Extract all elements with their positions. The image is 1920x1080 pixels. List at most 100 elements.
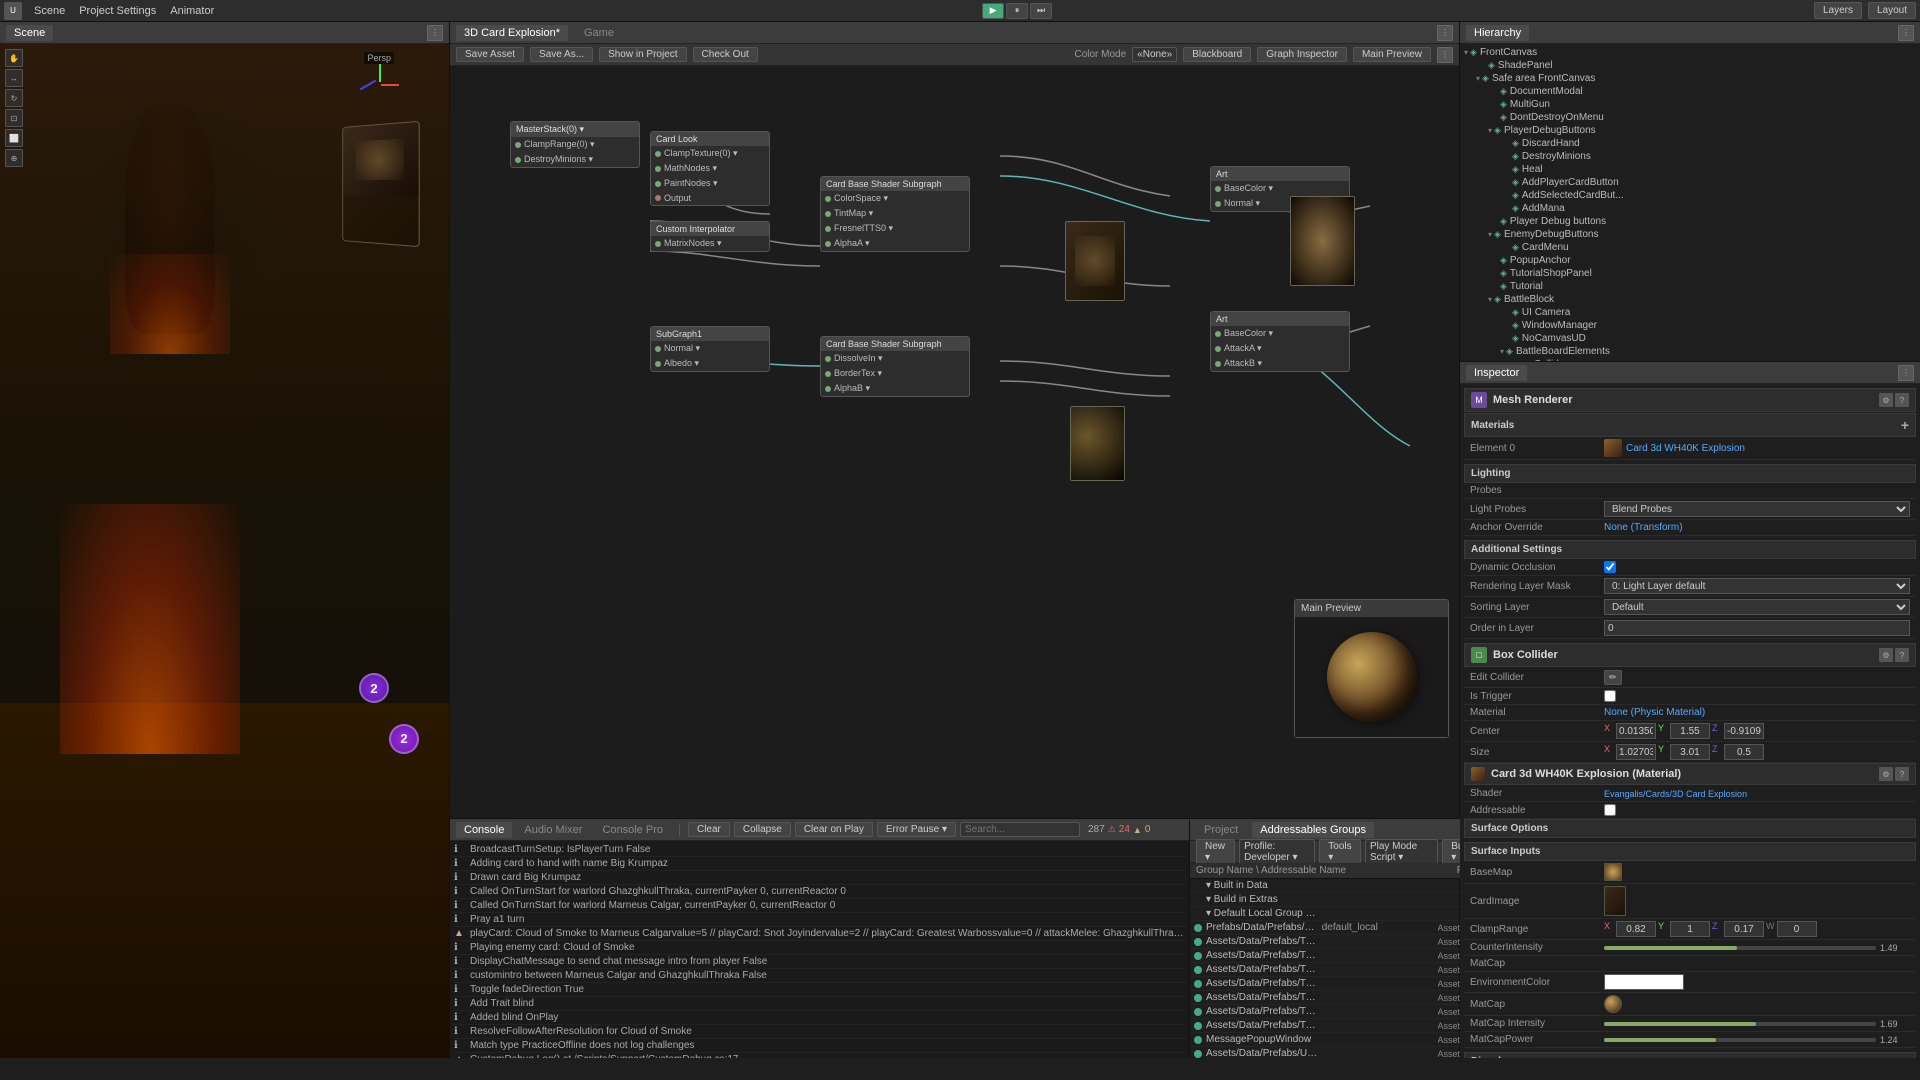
scene-options-button[interactable]: ⋮ [427, 25, 443, 41]
log-entry[interactable]: ▲playCard: Cloud of Smoke to Marneus Cal… [454, 927, 1185, 941]
material-name-value[interactable]: Card 3d WH40K Explosion [1626, 443, 1745, 454]
clamp-y-input[interactable] [1670, 921, 1710, 937]
material-section-header[interactable]: Card 3d WH40K Explosion (Material) ⚙ ? [1464, 763, 1916, 785]
inspector-options-btn[interactable]: ⋮ [1898, 365, 1914, 381]
graph-options-btn[interactable]: ⋮ [1437, 25, 1453, 41]
hierarchy-item[interactable]: ◈MultiGun [1460, 98, 1920, 111]
dynamic-occlusion-checkbox[interactable] [1604, 561, 1616, 573]
size-y-input[interactable] [1670, 744, 1710, 760]
log-entry[interactable]: ℹAdded blind OnPlay [454, 1011, 1185, 1025]
log-entry[interactable]: ℹResolveFollowAfterResolution for Cloud … [454, 1025, 1185, 1039]
step-button[interactable]: ⏭ [1030, 3, 1052, 19]
log-entry[interactable]: ℹPlaying enemy card: Cloud of Smoke [454, 941, 1185, 955]
mesh-renderer-ref-btn[interactable]: ? [1895, 393, 1909, 407]
hierarchy-item[interactable]: ◈PopupAnchor [1460, 254, 1920, 267]
tab-inspector[interactable]: Inspector [1466, 365, 1527, 381]
clear-btn[interactable]: Clear [688, 822, 730, 837]
console-search-input[interactable] [960, 822, 1080, 837]
graph-toolbar-options[interactable]: ⋮ [1437, 47, 1453, 63]
log-entry[interactable]: ℹCalled OnTurnStart for warlord Marneus … [454, 899, 1185, 913]
hierarchy-item[interactable]: ◈AddMana [1460, 202, 1920, 215]
error-pause-btn[interactable]: Error Pause ▾ [877, 822, 956, 837]
matcap-power-track[interactable] [1604, 1038, 1876, 1042]
log-entry[interactable]: ℹDrawn card Big Krumpaz [454, 871, 1185, 885]
box-collider-ref-btn[interactable]: ? [1895, 648, 1909, 662]
node-subgraph1[interactable]: SubGraph1 Normal ▾ Albedo ▾ [650, 326, 770, 372]
materials-add-btn[interactable]: + [1901, 417, 1909, 433]
hierarchy-item[interactable]: ◈CardMenu [1460, 241, 1920, 254]
tab-project[interactable]: Project [1196, 822, 1246, 838]
hierarchy-item[interactable]: ◈Player Debug buttons [1460, 215, 1920, 228]
hierarchy-item[interactable]: ◈Colliders [1460, 358, 1920, 361]
shader-value[interactable]: Evangalis/Cards/3D Card Explosion [1604, 789, 1910, 799]
surface-options-header[interactable]: Surface Options [1464, 819, 1916, 838]
mesh-renderer-settings-btn[interactable]: ⚙ [1879, 393, 1893, 407]
tool-rotate[interactable]: ↻ [5, 89, 23, 107]
hierarchy-item[interactable]: ◈DocumentModal [1460, 85, 1920, 98]
is-trigger-checkbox[interactable] [1604, 690, 1616, 702]
menu-scene[interactable]: Scene [28, 3, 71, 19]
clamp-z-input[interactable] [1724, 921, 1764, 937]
show-in-project-btn[interactable]: Show in Project [599, 47, 686, 62]
anchor-override-value[interactable]: None (Transform) [1604, 522, 1910, 533]
clamp-x-input[interactable] [1616, 921, 1656, 937]
tab-hierarchy[interactable]: Hierarchy [1466, 25, 1529, 41]
matcap-sphere-thumb[interactable] [1604, 995, 1622, 1013]
hierarchy-item[interactable]: ◈Heal [1460, 163, 1920, 176]
hierarchy-item[interactable]: ▾◈PlayerDebugButtons [1460, 124, 1920, 137]
hierarchy-item[interactable]: ◈WindowManager [1460, 319, 1920, 332]
tool-hand[interactable]: ✋ [5, 49, 23, 67]
tab-audio-mixer[interactable]: Audio Mixer [516, 822, 590, 838]
blackboard-btn[interactable]: Blackboard [1183, 47, 1251, 62]
material-settings-btn[interactable]: ⚙ [1879, 767, 1893, 781]
log-entry[interactable]: ℹMatch type PracticeOffline does not log… [454, 1039, 1185, 1053]
hierarchy-item[interactable]: ◈DontDestroyOnMenu [1460, 111, 1920, 124]
tools-btn[interactable]: Tools ▾ [1319, 839, 1361, 865]
log-entry[interactable]: ℹAdd Trait blind [454, 997, 1185, 1011]
size-z-input[interactable] [1724, 744, 1764, 760]
addressable-checkbox[interactable] [1604, 804, 1616, 816]
play-button[interactable]: ▶ [982, 3, 1004, 19]
tool-rect[interactable]: ⬜ [5, 129, 23, 147]
tab-scene[interactable]: Scene [6, 25, 53, 41]
hierarchy-item[interactable]: ◈DestroyMinions [1460, 150, 1920, 163]
log-entry[interactable]: ℹDisplayChatMessage to send chat message… [454, 955, 1185, 969]
tab-console-pro[interactable]: Console Pro [594, 822, 671, 838]
collapse-btn[interactable]: Collapse [734, 822, 791, 837]
mesh-renderer-header[interactable]: M Mesh Renderer ⚙ ? [1464, 388, 1916, 412]
clamp-w-input[interactable] [1777, 921, 1817, 937]
color-mode-select[interactable]: «None» [1132, 47, 1177, 62]
additional-settings-header[interactable]: Additional Settings [1464, 540, 1916, 559]
hierarchy-item[interactable]: ▾◈BattleBlock [1460, 293, 1920, 306]
card-image-texture[interactable] [1604, 886, 1626, 916]
log-entry[interactable]: ℹToggle fadeDirection True [454, 983, 1185, 997]
counter-intensity-track[interactable] [1604, 946, 1876, 950]
new-btn[interactable]: New ▾ [1196, 839, 1235, 865]
hierarchy-item[interactable]: ▾◈BattleBoardElements [1460, 345, 1920, 358]
node-dissolve-subgraph[interactable]: Card Base Shader Subgraph DissolveIn ▾ B… [820, 336, 970, 397]
main-preview-btn[interactable]: Main Preview [1353, 47, 1431, 62]
clear-on-play-btn[interactable]: Clear on Play [795, 822, 873, 837]
hierarchy-item[interactable]: ◈NoCamvasUD [1460, 332, 1920, 345]
log-entry[interactable]: ℹcustomintro between Marneus Calgar and … [454, 969, 1185, 983]
dissolve-section-header[interactable]: Dissolve [1464, 1052, 1916, 1058]
node-master-stack[interactable]: MasterStack(0) ▾ ClampRange(0) ▾ Destroy… [510, 121, 640, 168]
surface-inputs-header[interactable]: Surface Inputs [1464, 842, 1916, 861]
node-surface-desc[interactable]: Card Base Shader Subgraph ColorSpace ▾ T… [820, 176, 970, 252]
log-entry[interactable]: ℹBroadcastTurnSetup: IsPlayerTurn False [454, 843, 1185, 857]
hierarchy-item[interactable]: ◈AddSelectedCardBut... [1460, 189, 1920, 202]
check-out-btn[interactable]: Check Out [693, 47, 758, 62]
menu-animator[interactable]: Animator [164, 3, 220, 19]
hierarchy-item[interactable]: ◈TutorialShopPanel [1460, 267, 1920, 280]
material-bc-value[interactable]: None (Physic Material) [1604, 707, 1910, 718]
hierarchy-options-btn[interactable]: ⋮ [1898, 25, 1914, 41]
size-x-input[interactable] [1616, 744, 1656, 760]
hierarchy-item[interactable]: ◈Tutorial [1460, 280, 1920, 293]
tab-3d-card-explosion[interactable]: 3D Card Explosion* [456, 25, 568, 41]
layout-button[interactable]: Layout [1868, 2, 1916, 19]
menu-project-settings[interactable]: Project Settings [73, 3, 162, 19]
tab-game[interactable]: Game [576, 25, 622, 41]
profile-select[interactable]: Profile: Developer ▾ [1239, 839, 1315, 865]
edit-collider-btn[interactable]: ✏ [1604, 670, 1622, 685]
tab-console[interactable]: Console [456, 822, 512, 838]
